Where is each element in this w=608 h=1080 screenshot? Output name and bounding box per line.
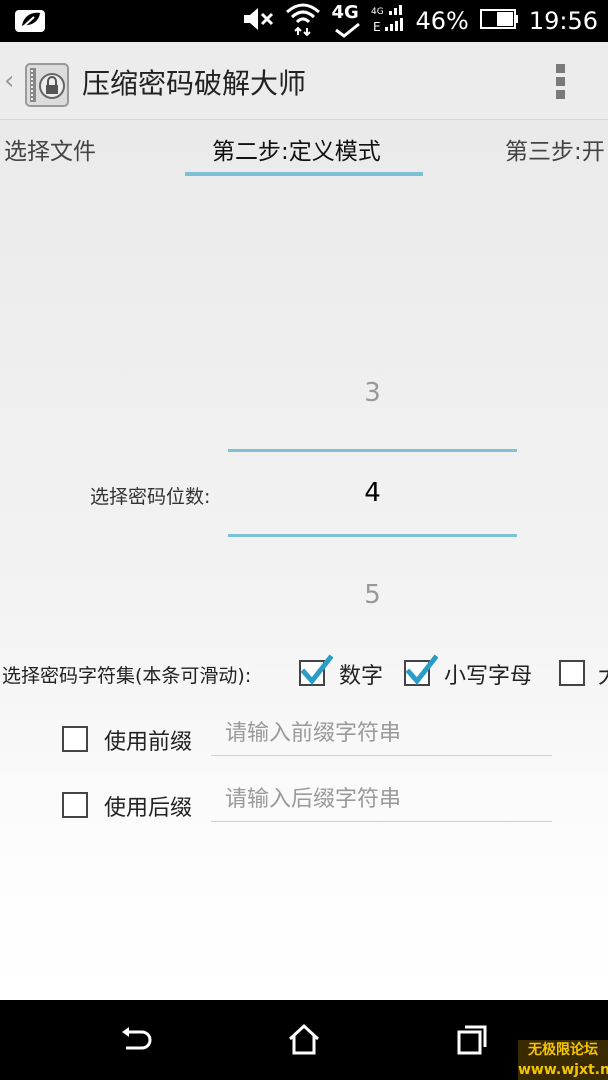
suffix-row: 使用后缀 [0,778,608,838]
prefix-row: 使用前缀 [0,712,608,772]
watermark: 无极限论坛 www.wjxt.net [518,1040,608,1080]
leaf-notification-icon [14,6,46,34]
password-length-picker[interactable]: 3 4 5 [228,360,517,620]
picker-prev-value[interactable]: 3 [228,378,517,408]
charset-digits-label[interactable]: 数字 [339,658,383,690]
picker-current-value[interactable]: 4 [228,478,517,508]
app-title: 压缩密码破解大师 [82,67,307,100]
charset-digits-checkbox[interactable] [299,654,333,686]
suffix-checkbox[interactable] [62,792,88,818]
password-length-label: 选择密码位数: [90,486,211,508]
tab-define-mode[interactable]: 第二步:定义模式 [212,132,381,166]
clock: 19:56 [528,7,598,35]
home-icon[interactable] [286,1022,322,1058]
suffix-label[interactable]: 使用后缀 [104,790,192,822]
back-icon[interactable] [118,1022,154,1058]
svg-text:4G: 4G [371,7,384,17]
picker-divider-bottom [228,534,517,537]
prefix-label[interactable]: 使用前缀 [104,724,192,756]
tab-select-file[interactable]: 选择文件 [4,132,96,166]
picker-next-value[interactable]: 5 [228,580,517,610]
prefix-input[interactable] [211,712,552,756]
charset-uppercase-label[interactable]: 大 [598,658,608,690]
charset-uppercase-checkbox[interactable] [559,660,585,686]
chevron-left-icon[interactable]: ‹ [4,66,14,96]
main-content: 选择文件 第二步:定义模式 第三步:开 选择密码位数: 3 4 5 选择密码字符… [0,120,608,1000]
signal-icon: 4G E [371,3,405,39]
tab-strip: 选择文件 第二步:定义模式 第三步:开 [0,120,608,182]
tab-step-three[interactable]: 第三步:开 [505,132,605,166]
suffix-input[interactable] [211,778,552,822]
tab-indicator [185,172,423,176]
battery-percent: 46% [415,7,469,35]
charset-row[interactable]: 选择密码字符集(本条可滑动): 数字 小写字母 大 [0,652,608,694]
wifi-icon [285,2,321,40]
mute-icon [241,5,275,37]
battery-icon [479,7,519,35]
4g-icon: 4G [331,2,361,40]
action-bar: ‹ 压缩密码破解大师 [0,42,608,120]
charset-lowercase-label[interactable]: 小写字母 [444,658,532,690]
charset-label: 选择密码字符集(本条可滑动): [2,665,252,687]
svg-text:E: E [373,20,381,34]
status-bar: 4G 4G E 46% 19:56 [0,0,608,42]
prefix-checkbox[interactable] [62,726,88,752]
picker-divider-top [228,449,517,452]
navigation-bar: 无极限论坛 www.wjxt.net [0,1000,608,1080]
recent-apps-icon[interactable] [454,1022,490,1058]
app-logo[interactable] [22,58,74,110]
overflow-menu-icon[interactable] [550,64,570,104]
charset-lowercase-checkbox[interactable] [404,654,438,686]
